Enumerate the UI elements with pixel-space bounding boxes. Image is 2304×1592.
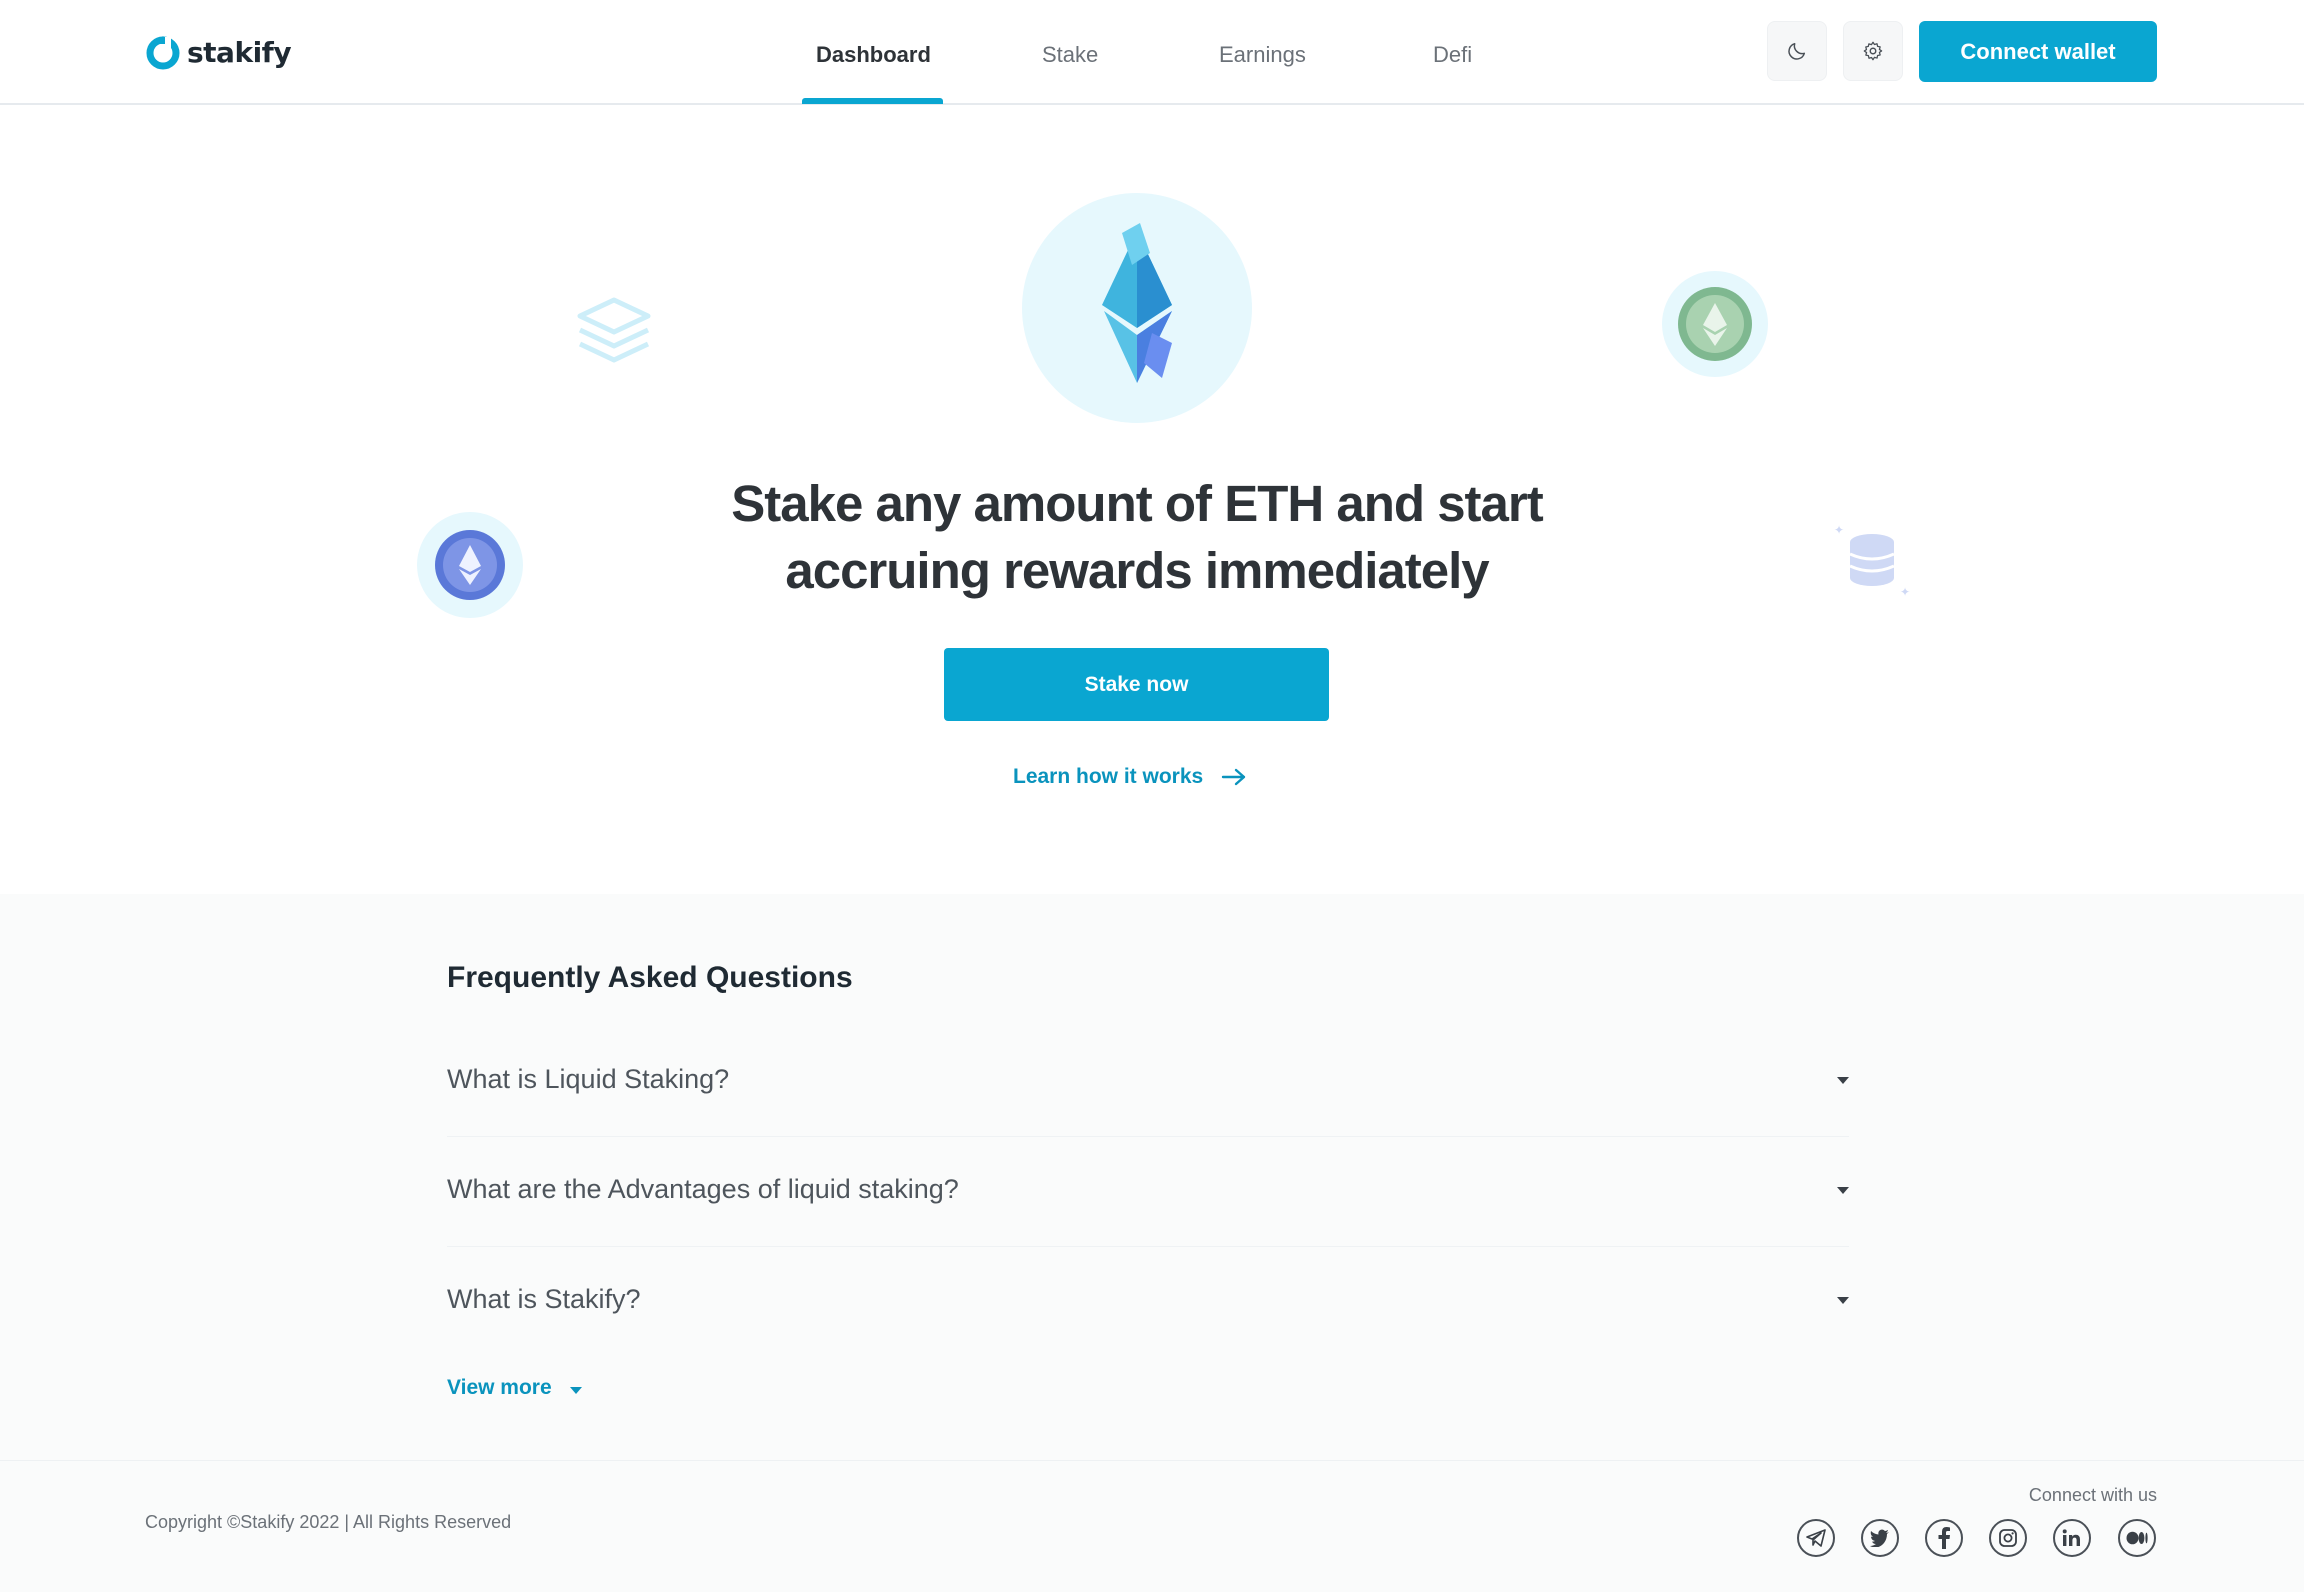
svg-text:✦: ✦ bbox=[1900, 585, 1910, 599]
active-tab-indicator bbox=[802, 98, 943, 104]
nav-dashboard[interactable]: Dashboard bbox=[816, 42, 931, 68]
brand-name: stakify bbox=[187, 35, 292, 69]
learn-how-it-works-link[interactable]: Learn how it works bbox=[1013, 765, 1247, 789]
gear-icon bbox=[1863, 41, 1883, 61]
telegram-icon[interactable] bbox=[1797, 1519, 1835, 1557]
layers-icon bbox=[577, 297, 651, 363]
settings-button[interactable] bbox=[1843, 21, 1903, 81]
nav-earnings[interactable]: Earnings bbox=[1219, 42, 1306, 68]
svg-text:✦: ✦ bbox=[1834, 523, 1844, 537]
linkedin-icon[interactable] bbox=[2053, 1519, 2091, 1557]
footer: Copyright ©Stakify 2022 | All Rights Res… bbox=[0, 1460, 2304, 1592]
caret-down-icon bbox=[569, 1386, 582, 1394]
stake-now-button[interactable]: Stake now bbox=[944, 648, 1329, 721]
green-eth-coin-icon bbox=[1662, 271, 1768, 377]
faq-question: What are the Advantages of liquid stakin… bbox=[447, 1174, 959, 1204]
theme-toggle-button[interactable] bbox=[1767, 21, 1827, 81]
medium-icon[interactable] bbox=[2118, 1519, 2156, 1557]
caret-down-icon bbox=[1837, 1077, 1849, 1084]
faq-question: What is Liquid Staking? bbox=[447, 1064, 730, 1094]
stakify-logo-icon bbox=[146, 36, 180, 70]
blue-eth-coin-icon bbox=[417, 512, 523, 618]
caret-down-icon bbox=[1837, 1187, 1849, 1194]
arrow-right-icon bbox=[1222, 768, 1246, 786]
hero-title-line2: accruing rewards immediately bbox=[785, 542, 1489, 599]
database-icon: ✦ ✦ bbox=[1834, 523, 1910, 599]
connect-wallet-button[interactable]: Connect wallet bbox=[1919, 21, 2157, 82]
learn-link-label: Learn how it works bbox=[1013, 765, 1204, 788]
faq-item[interactable]: What is Stakify? bbox=[447, 1247, 1849, 1357]
hero-title: Stake any amount of ETH and start accrui… bbox=[552, 470, 1722, 604]
faq-item[interactable]: What are the Advantages of liquid stakin… bbox=[447, 1137, 1849, 1247]
hero-title-line1: Stake any amount of ETH and start bbox=[731, 475, 1543, 532]
facebook-icon[interactable] bbox=[1925, 1519, 1963, 1557]
faq-question: What is Stakify? bbox=[447, 1284, 641, 1314]
brand-logo[interactable]: stakify bbox=[145, 34, 292, 70]
view-more-label: View more bbox=[447, 1376, 552, 1399]
instagram-icon[interactable] bbox=[1989, 1519, 2027, 1557]
moon-icon bbox=[1788, 42, 1806, 60]
faq-section: Frequently Asked Questions What is Liqui… bbox=[0, 894, 2304, 1460]
faq-title: Frequently Asked Questions bbox=[447, 961, 853, 994]
nav-defi[interactable]: Defi bbox=[1433, 42, 1472, 68]
connect-with-us-label: Connect with us bbox=[2028, 1485, 2157, 1505]
top-navbar: stakify Dashboard Stake Earnings Defi Co… bbox=[0, 0, 2304, 105]
ethereum-crystal-icon bbox=[1022, 193, 1252, 423]
view-more-link[interactable]: View more bbox=[447, 1376, 582, 1400]
caret-down-icon bbox=[1837, 1297, 1849, 1304]
faq-item[interactable]: What is Liquid Staking? bbox=[447, 1027, 1849, 1137]
nav-stake[interactable]: Stake bbox=[1042, 42, 1098, 68]
twitter-icon[interactable] bbox=[1861, 1519, 1899, 1557]
copyright-text: Copyright ©Stakify 2022 | All Rights Res… bbox=[145, 1512, 512, 1532]
